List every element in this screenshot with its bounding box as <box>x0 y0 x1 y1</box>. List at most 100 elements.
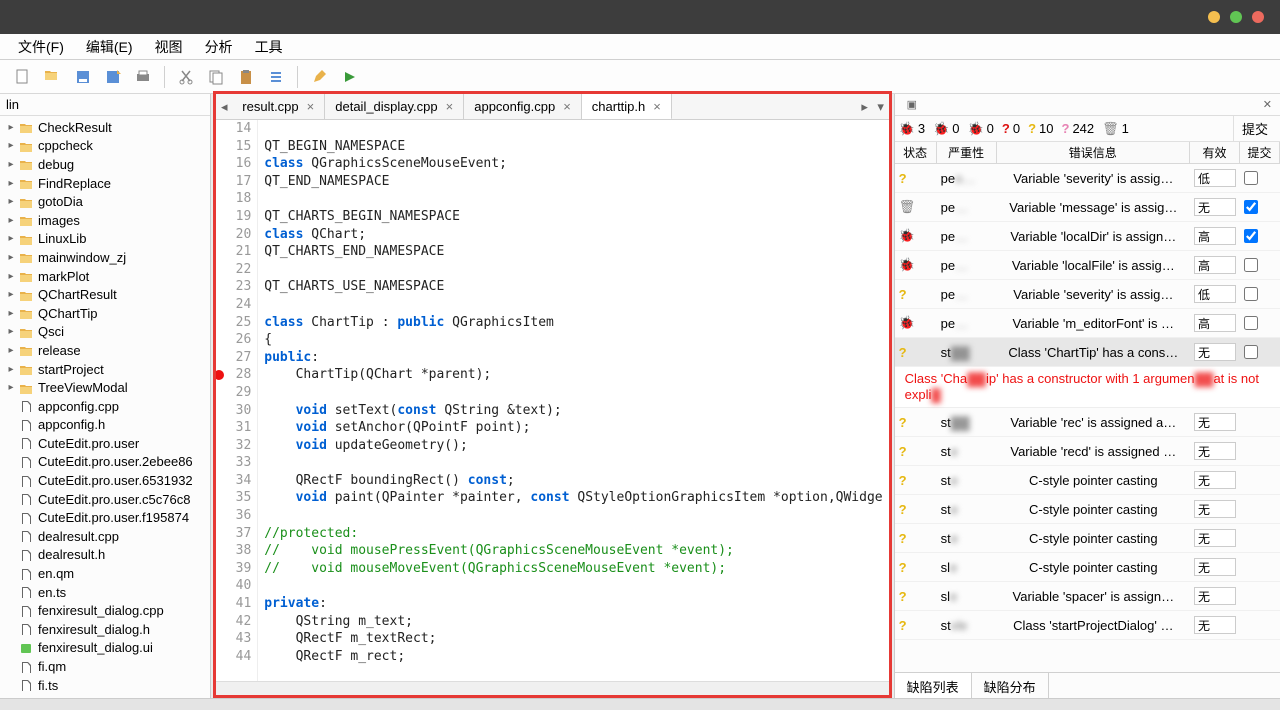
line-number[interactable]: 36 <box>216 507 251 525</box>
line-number[interactable]: 44 <box>216 648 251 666</box>
cell-valid[interactable]: 无 <box>1190 193 1240 221</box>
line-number[interactable]: 19 <box>216 208 251 226</box>
line-number[interactable]: 35 <box>216 489 251 507</box>
tab-close-icon[interactable]: × <box>563 99 571 114</box>
disclosure-triangle[interactable]: ▸ <box>6 252 16 263</box>
issue-row[interactable]: ?steC-style pointer casting无 <box>895 524 1280 553</box>
tree-item-CuteEdit.pro.user.6531932[interactable]: CuteEdit.pro.user.6531932 <box>0 471 210 490</box>
menu-edit[interactable]: 编辑(E) <box>76 35 143 59</box>
line-number[interactable]: 18 <box>216 190 251 208</box>
disclosure-triangle[interactable]: ▸ <box>6 326 16 337</box>
line-number[interactable]: 14 <box>216 120 251 138</box>
editor-body[interactable]: 1415161718192021222324252627282930313233… <box>216 120 888 681</box>
line-number[interactable]: 22 <box>216 261 251 279</box>
valid-combobox[interactable]: 高 <box>1194 256 1236 274</box>
disclosure-triangle[interactable]: ▸ <box>6 122 16 133</box>
issue-row[interactable]: 🐞pe…Variable 'm_editorFont' is …高 <box>895 309 1280 338</box>
line-number[interactable]: 40 <box>216 577 251 595</box>
valid-combobox[interactable]: 无 <box>1194 442 1236 460</box>
tree-item-markPlot[interactable]: ▸markPlot <box>0 267 210 286</box>
tab-close-icon[interactable]: × <box>653 99 661 114</box>
submit-checkbox[interactable] <box>1244 287 1258 301</box>
tree-item-CheckResult[interactable]: ▸CheckResult <box>0 118 210 137</box>
cell-submit[interactable] <box>1240 193 1280 221</box>
tree-item-release[interactable]: ▸release <box>0 341 210 360</box>
disclosure-triangle[interactable]: ▸ <box>6 271 16 282</box>
disclosure-triangle[interactable]: ▸ <box>6 289 16 300</box>
line-number[interactable]: 38 <box>216 542 251 560</box>
line-number[interactable]: 34 <box>216 472 251 490</box>
disclosure-triangle[interactable]: ▸ <box>6 382 16 393</box>
tree-item-cppcheck[interactable]: ▸cppcheck <box>0 137 210 156</box>
tree-item-en.ts[interactable]: en.ts <box>0 583 210 602</box>
question-pink-icon[interactable]: ? <box>1062 121 1070 136</box>
issue-row[interactable]: ?pe…Variable 'severity' is assig…低 <box>895 280 1280 309</box>
line-number[interactable]: 28 <box>216 366 251 384</box>
gutter[interactable]: 1415161718192021222324252627282930313233… <box>216 120 258 681</box>
cell-valid[interactable]: 无 <box>1190 338 1240 366</box>
submit-checkbox[interactable] <box>1244 200 1258 214</box>
cell-valid[interactable]: 低 <box>1190 280 1240 308</box>
paste-icon[interactable] <box>233 64 259 90</box>
tree-item-appconfig.cpp[interactable]: appconfig.cpp <box>0 397 210 416</box>
disclosure-triangle[interactable]: ▸ <box>6 196 16 207</box>
tree-item-fenxiresult_dialog.h[interactable]: fenxiresult_dialog.h <box>0 620 210 639</box>
disclosure-triangle[interactable]: ▸ <box>6 233 16 244</box>
submit-checkbox[interactable] <box>1244 345 1258 359</box>
edit-icon[interactable] <box>306 64 332 90</box>
line-number[interactable]: 15 <box>216 138 251 156</box>
tree-item-fi.qm[interactable]: fi.qm <box>0 657 210 676</box>
panel-close-icon[interactable]: ✕ <box>1263 98 1272 111</box>
disclosure-triangle[interactable]: ▸ <box>6 140 16 151</box>
tree-item-CuteEdit.pro.user.2ebee86[interactable]: CuteEdit.pro.user.2ebee86 <box>0 453 210 472</box>
issue-row[interactable]: 🐞pe…Variable 'localFile' is assig…高 <box>895 251 1280 280</box>
tree-item-LinuxLib[interactable]: ▸LinuxLib <box>0 230 210 249</box>
valid-combobox[interactable]: 无 <box>1194 558 1236 576</box>
tree-item-mainwindow_zj[interactable]: ▸mainwindow_zj <box>0 248 210 267</box>
tab-defect-distribution[interactable]: 缺陷分布 <box>972 673 1049 698</box>
cell-valid[interactable]: 低 <box>1190 164 1240 192</box>
tree-item-gotoDia[interactable]: ▸gotoDia <box>0 192 210 211</box>
tree-item-CuteEdit.pro.user.f195874[interactable]: CuteEdit.pro.user.f195874 <box>0 508 210 527</box>
disclosure-triangle[interactable]: ▸ <box>6 308 16 319</box>
tab-scroll-right[interactable]: ▸ <box>857 94 873 119</box>
tree-item-FindReplace[interactable]: ▸FindReplace <box>0 174 210 193</box>
panel-maximize-icon[interactable]: ▣ <box>907 98 917 111</box>
menu-blurred[interactable] <box>295 45 315 49</box>
issue-row[interactable]: ?stvleClass 'startProjectDialog' …无 <box>895 611 1280 640</box>
menu-analyze[interactable]: 分析 <box>195 35 243 59</box>
maximize-button[interactable] <box>1230 11 1242 23</box>
tree-item-TreeViewModal[interactable]: ▸TreeViewModal <box>0 378 210 397</box>
submit-checkbox[interactable] <box>1244 171 1258 185</box>
issue-row[interactable]: 🐞pe…Variable 'localDir' is assign…高 <box>895 222 1280 251</box>
line-number[interactable]: 29 <box>216 384 251 402</box>
menu-view[interactable]: 视图 <box>145 35 193 59</box>
col-status[interactable]: 状态 <box>895 142 937 163</box>
submit-checkbox[interactable] <box>1244 229 1258 243</box>
code-area[interactable]: QT_BEGIN_NAMESPACEclass QGraphicsSceneMo… <box>258 120 888 681</box>
line-number[interactable]: 43 <box>216 630 251 648</box>
tree-body[interactable]: ▸CheckResult▸cppcheck▸debug▸FindReplace▸… <box>0 116 210 698</box>
valid-combobox[interactable]: 无 <box>1194 198 1236 216</box>
valid-combobox[interactable]: 无 <box>1194 413 1236 431</box>
editor-tab-detail_display.cpp[interactable]: detail_display.cpp× <box>325 94 464 119</box>
valid-combobox[interactable]: 低 <box>1194 285 1236 303</box>
tree-item-fenxiresult_dialog.cpp[interactable]: fenxiresult_dialog.cpp <box>0 601 210 620</box>
tree-item-QChartTip[interactable]: ▸QChartTip <box>0 304 210 323</box>
cell-valid[interactable]: 无 <box>1190 611 1240 639</box>
line-number[interactable]: 16 <box>216 155 251 173</box>
tree-item-dealresult.h[interactable]: dealresult.h <box>0 546 210 565</box>
run-icon[interactable] <box>336 64 362 90</box>
issue-row[interactable]: ?sleVariable 'spacer' is assign…无 <box>895 582 1280 611</box>
menu-file[interactable]: 文件(F) <box>8 35 74 59</box>
cell-submit[interactable] <box>1240 222 1280 250</box>
bug-red-icon[interactable]: 🐞 <box>899 121 915 137</box>
valid-combobox[interactable]: 高 <box>1194 314 1236 332</box>
tab-list-dropdown[interactable]: ▾ <box>873 94 889 119</box>
tab-scroll-left[interactable]: ◂ <box>216 94 232 119</box>
cell-submit[interactable] <box>1240 164 1280 192</box>
line-number[interactable]: 24 <box>216 296 251 314</box>
line-number[interactable]: 23 <box>216 278 251 296</box>
line-number[interactable]: 17 <box>216 173 251 191</box>
submit-column-header[interactable]: 提交 <box>1233 116 1276 141</box>
